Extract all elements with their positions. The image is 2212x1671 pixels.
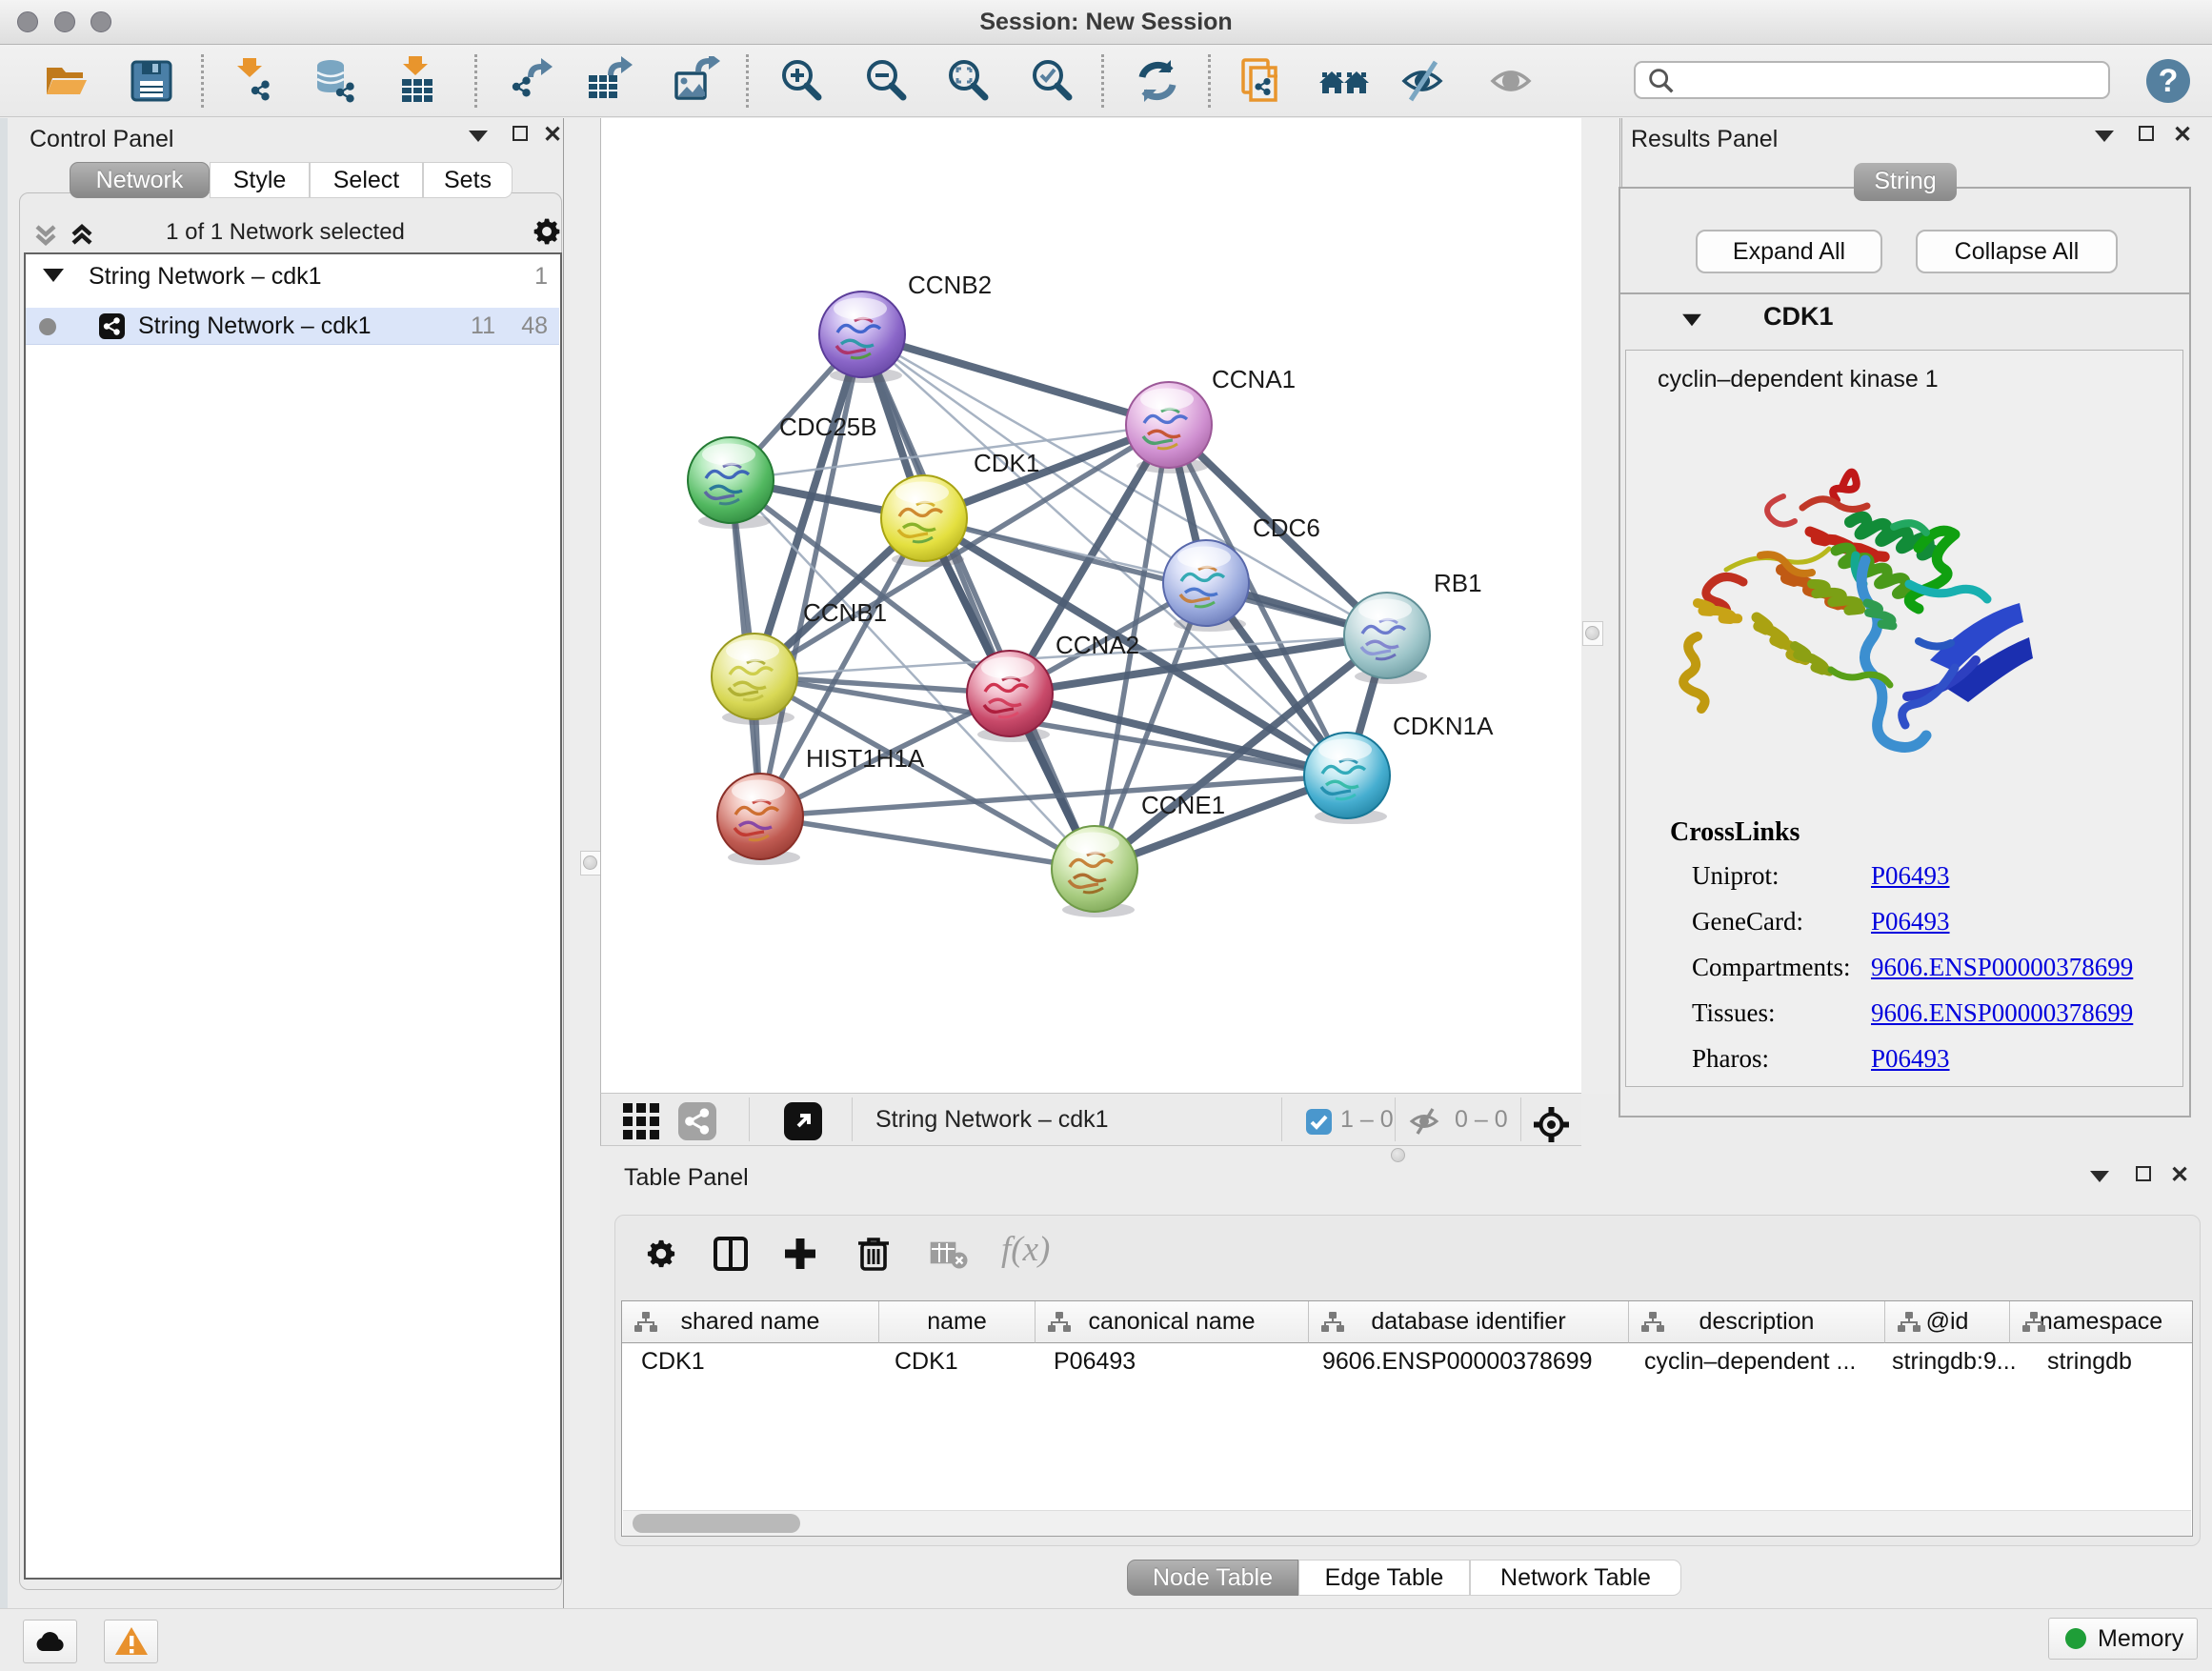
svg-text:CCNA1: CCNA1 [1212, 365, 1296, 393]
svg-text:RB1: RB1 [1434, 569, 1482, 597]
svg-text:CDK1: CDK1 [974, 449, 1039, 477]
svg-text:CDC6: CDC6 [1253, 513, 1320, 542]
svg-text:HIST1H1A: HIST1H1A [806, 744, 925, 773]
svg-text:CCNE1: CCNE1 [1141, 791, 1225, 819]
svg-text:CDC25B: CDC25B [779, 413, 877, 441]
svg-text:CCNA2: CCNA2 [1056, 631, 1139, 659]
svg-text:CCNB2: CCNB2 [908, 271, 992, 299]
svg-text:CDKN1A: CDKN1A [1393, 712, 1494, 740]
svg-text:CCNB1: CCNB1 [803, 598, 887, 627]
